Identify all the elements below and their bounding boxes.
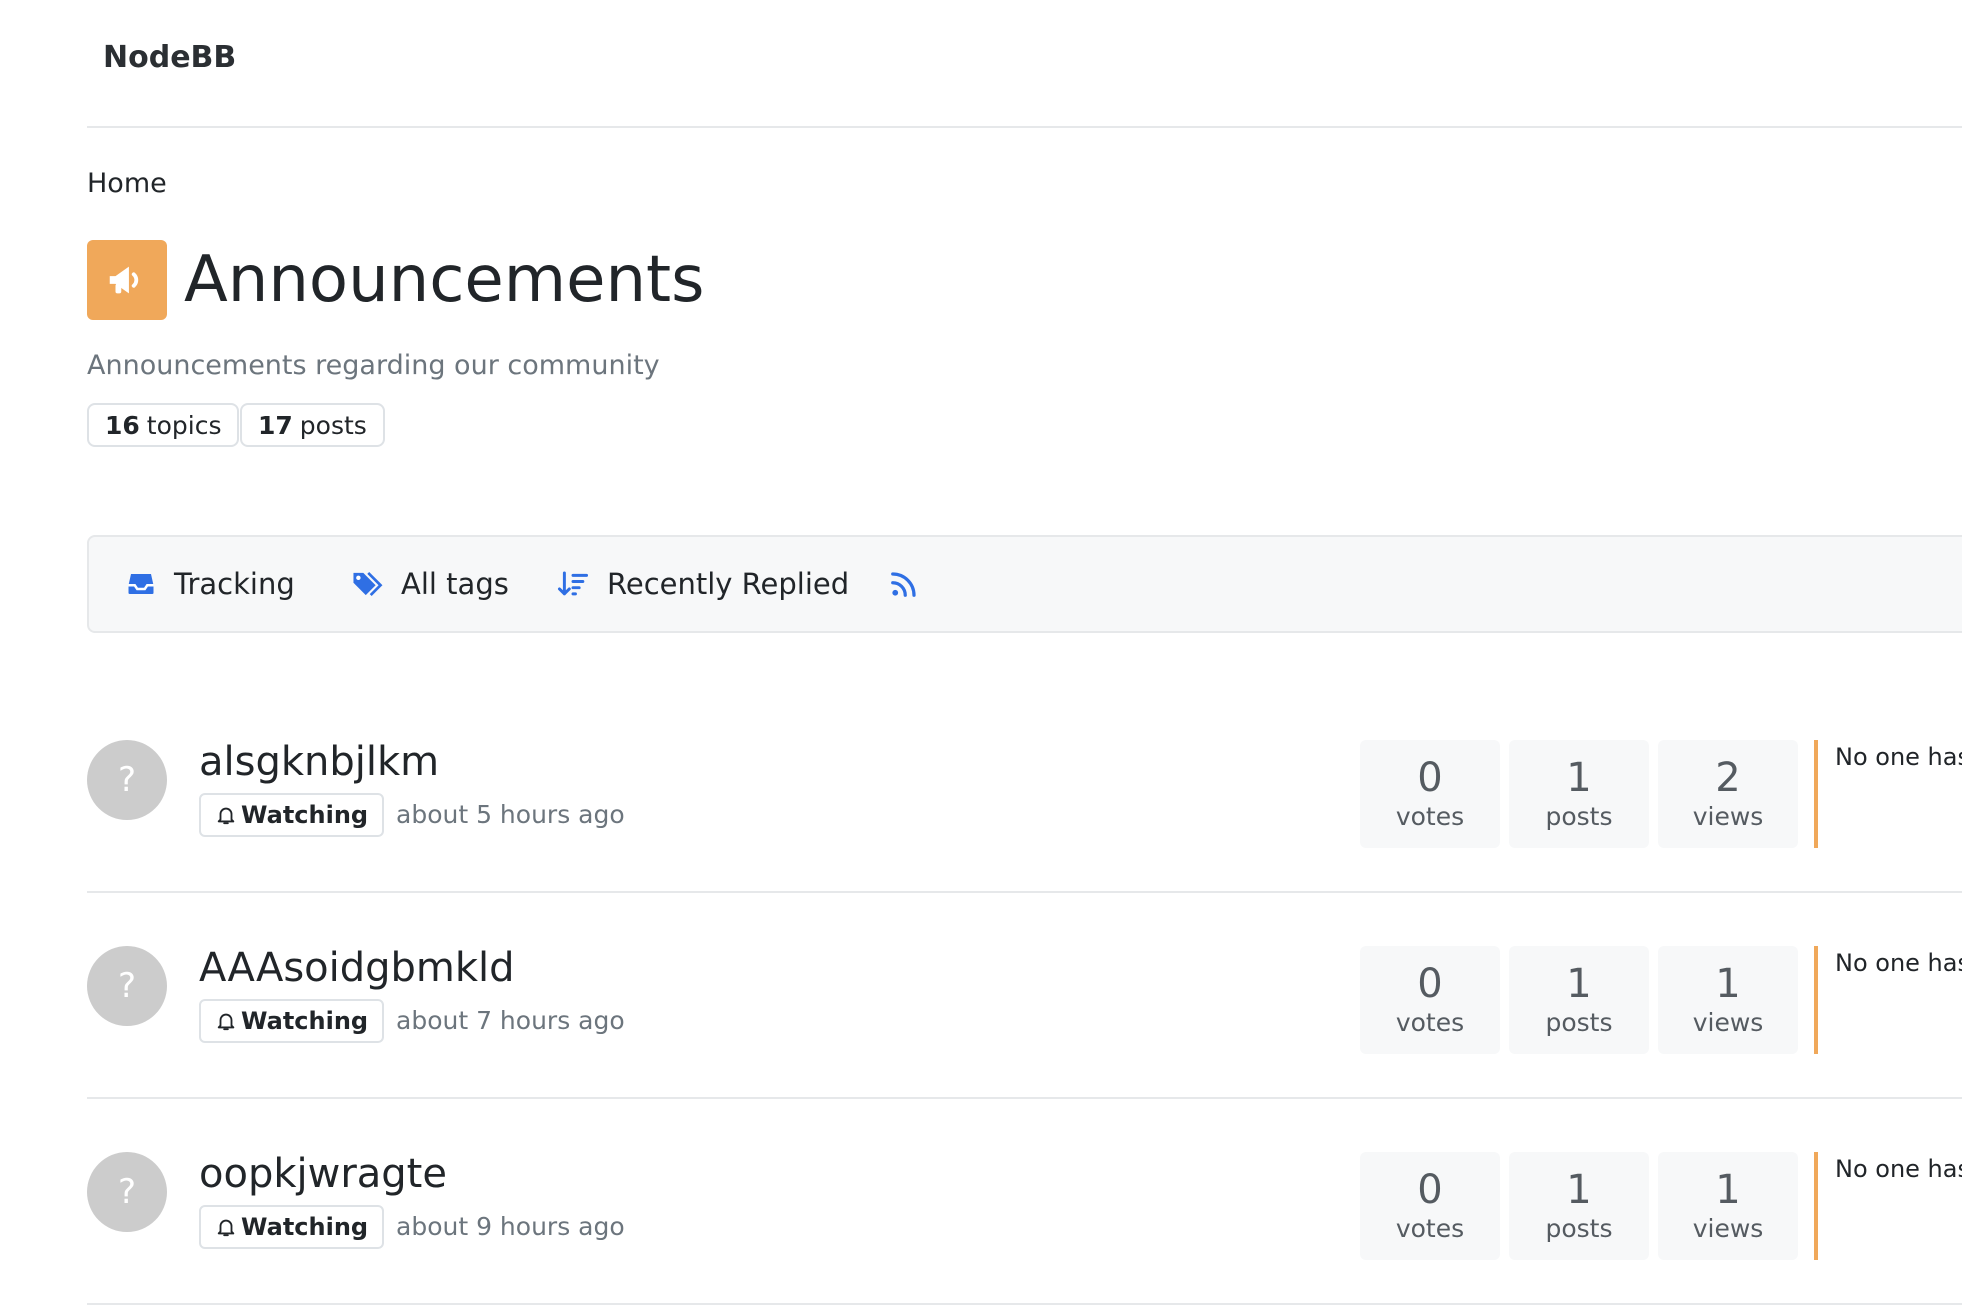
tags-icon xyxy=(353,571,383,597)
topic-toolbar: Tracking All tags Recently Replied xyxy=(87,535,1962,633)
teaser-text: No one has xyxy=(1835,743,1962,771)
topic-row: ? oopkjwragte Watching about 9 hours ago… xyxy=(87,1099,1962,1305)
avatar[interactable]: ? xyxy=(87,1152,167,1232)
posts-value: 1 xyxy=(1566,961,1592,1007)
teaser-accent-bar xyxy=(1814,946,1818,1054)
posts-count: 17 xyxy=(258,410,293,440)
teaser-accent-bar xyxy=(1814,740,1818,848)
posts-value: 1 xyxy=(1566,1167,1592,1213)
page-title: Announcements xyxy=(184,243,705,317)
topic-timestamp: about 9 hours ago xyxy=(396,1212,625,1241)
tracking-button[interactable]: Tracking xyxy=(126,537,295,631)
watching-label: Watching xyxy=(241,1007,369,1035)
votes-label: votes xyxy=(1395,1214,1465,1243)
posts-count-box: 1 posts xyxy=(1509,1152,1649,1260)
posts-count-badge: 17 posts xyxy=(240,403,385,447)
rss-icon xyxy=(891,572,916,597)
category-description: Announcements regarding our community xyxy=(87,350,660,381)
breadcrumb: Home xyxy=(87,168,167,199)
views-label: views xyxy=(1692,802,1764,831)
sort-descending-icon xyxy=(557,571,589,596)
brand-logo[interactable]: NodeBB xyxy=(103,40,236,75)
views-label: views xyxy=(1692,1214,1764,1243)
votes-count: 0 votes xyxy=(1360,1152,1500,1260)
posts-label: posts xyxy=(1545,1214,1613,1243)
topic-row: ? alsgknbjlkm Watching about 5 hours ago… xyxy=(87,687,1962,893)
watching-label: Watching xyxy=(241,1213,369,1241)
votes-value: 0 xyxy=(1417,961,1443,1007)
votes-label: votes xyxy=(1395,1008,1465,1037)
bell-icon xyxy=(217,1013,235,1031)
sort-button[interactable]: Recently Replied xyxy=(557,537,849,631)
watching-badge[interactable]: Watching xyxy=(199,793,385,837)
bell-icon xyxy=(217,1219,235,1237)
votes-count: 0 votes xyxy=(1360,740,1500,848)
views-label: views xyxy=(1692,1008,1764,1037)
views-value: 1 xyxy=(1715,1167,1741,1213)
votes-label: votes xyxy=(1395,802,1465,831)
topic-title-link[interactable]: alsgknbjlkm xyxy=(199,737,439,787)
category-page: NodeBB Home Announcements Announcements … xyxy=(0,0,1962,1310)
topic-timestamp: about 5 hours ago xyxy=(396,800,625,829)
views-count-box: 2 views xyxy=(1658,740,1798,848)
watching-badge[interactable]: Watching xyxy=(199,999,385,1043)
sort-label: Recently Replied xyxy=(607,567,850,601)
teaser-text: No one has xyxy=(1835,1155,1962,1183)
avatar[interactable]: ? xyxy=(87,946,167,1026)
views-count-box: 1 views xyxy=(1658,1152,1798,1260)
breadcrumb-home-link[interactable]: Home xyxy=(87,168,167,199)
bell-icon xyxy=(217,807,235,825)
views-value: 1 xyxy=(1715,961,1741,1007)
avatar[interactable]: ? xyxy=(87,740,167,820)
inbox-icon xyxy=(128,574,154,594)
topics-count-badge: 16 topics xyxy=(87,403,240,447)
topics-count: 16 xyxy=(105,410,140,440)
posts-count-box: 1 posts xyxy=(1509,740,1649,848)
views-count-box: 1 views xyxy=(1658,946,1798,1054)
rss-feed-button[interactable] xyxy=(889,537,919,631)
topics-label: topics xyxy=(146,410,222,440)
posts-label: posts xyxy=(1545,1008,1613,1037)
topic-row: ? AAAsoidgbmkld Watching about 7 hours a… xyxy=(87,893,1962,1099)
posts-value: 1 xyxy=(1566,755,1592,801)
teaser-text: No one has xyxy=(1835,949,1962,977)
topic-title-link[interactable]: oopkjwragte xyxy=(199,1149,447,1199)
posts-label: posts xyxy=(1545,802,1613,831)
header-divider xyxy=(87,126,1962,128)
all-tags-button[interactable]: All tags xyxy=(351,537,509,631)
tags-label: All tags xyxy=(401,567,509,601)
votes-count: 0 votes xyxy=(1360,946,1500,1054)
tracking-label: Tracking xyxy=(174,567,295,601)
posts-count-box: 1 posts xyxy=(1509,946,1649,1054)
megaphone-icon xyxy=(109,266,139,294)
posts-label: posts xyxy=(299,410,367,440)
category-icon xyxy=(87,240,167,320)
teaser-accent-bar xyxy=(1814,1152,1818,1260)
votes-value: 0 xyxy=(1417,755,1443,801)
watching-badge[interactable]: Watching xyxy=(199,1205,385,1249)
topic-title-link[interactable]: AAAsoidgbmkld xyxy=(199,943,515,993)
views-value: 2 xyxy=(1715,755,1741,801)
votes-value: 0 xyxy=(1417,1167,1443,1213)
watching-label: Watching xyxy=(241,801,369,829)
topic-timestamp: about 7 hours ago xyxy=(396,1006,625,1035)
